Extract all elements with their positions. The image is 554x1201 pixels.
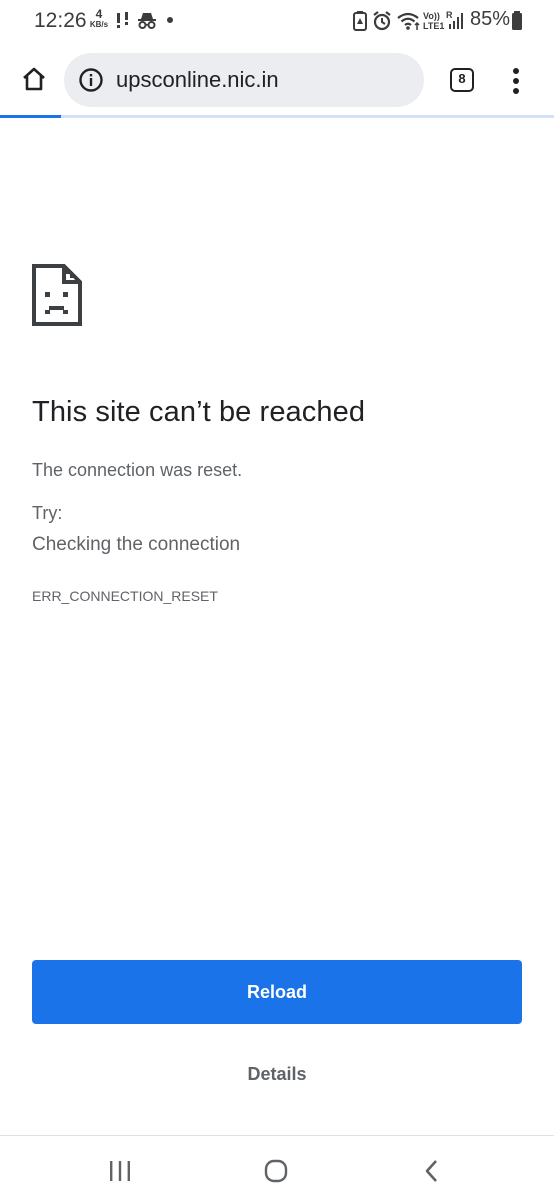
address-bar[interactable]: upsconline.nic.in <box>64 53 424 107</box>
error-title: This site can’t be reached <box>32 396 366 428</box>
net-speed-indicator: 4 KB/s <box>88 8 110 29</box>
signal-bars-icon <box>448 10 464 37</box>
suggestion-item: Checking the connection <box>32 534 241 555</box>
signal-dots-icon <box>114 10 132 37</box>
home-icon <box>23 67 45 91</box>
tab-count: 8 <box>458 71 466 86</box>
system-home-button[interactable] <box>256 1156 296 1186</box>
sad-document-icon <box>32 264 82 331</box>
network-label-text: Vo)) LTE1 <box>423 11 445 31</box>
page-load-progress-bar <box>0 115 554 118</box>
home-circle-icon <box>264 1159 288 1183</box>
battery-percent: 85% <box>470 8 511 30</box>
error-description: The connection was reset. <box>32 460 243 480</box>
status-time: 12:26 <box>34 9 87 32</box>
progress-fill <box>0 115 61 118</box>
overflow-menu-button[interactable] <box>504 66 528 96</box>
notification-dot <box>167 17 173 23</box>
info-icon[interactable] <box>78 67 104 98</box>
home-button[interactable] <box>14 59 54 99</box>
tab-switcher-button[interactable]: 8 <box>447 65 477 95</box>
incognito-icon <box>136 10 158 37</box>
url-text[interactable]: upsconline.nic.in <box>116 67 279 93</box>
net-speed-unit: KB/s <box>89 20 109 29</box>
battery-saver-icon <box>352 10 368 37</box>
network-type-label: Vo)) LTE1 R <box>423 10 453 31</box>
alarm-icon <box>372 10 392 37</box>
status-bar: 12:26 4 KB/s Vo)) LTE1 R 85% <box>0 0 554 42</box>
battery-icon <box>511 10 523 37</box>
system-back-button[interactable] <box>412 1156 452 1186</box>
browser-toolbar: upsconline.nic.in 8 <box>0 46 554 114</box>
recent-apps-button[interactable] <box>100 1156 140 1186</box>
net-speed-value: 4 <box>95 7 103 21</box>
back-icon <box>425 1160 437 1182</box>
try-label: Try: <box>32 503 63 523</box>
error-code: ERR_CONNECTION_RESET <box>32 588 218 604</box>
reload-button[interactable]: Reload <box>32 960 522 1024</box>
system-navigation-bar <box>0 1135 554 1201</box>
recent-apps-icon <box>110 1161 130 1181</box>
wifi-icon <box>396 10 422 37</box>
details-button[interactable]: Details <box>217 1056 337 1092</box>
